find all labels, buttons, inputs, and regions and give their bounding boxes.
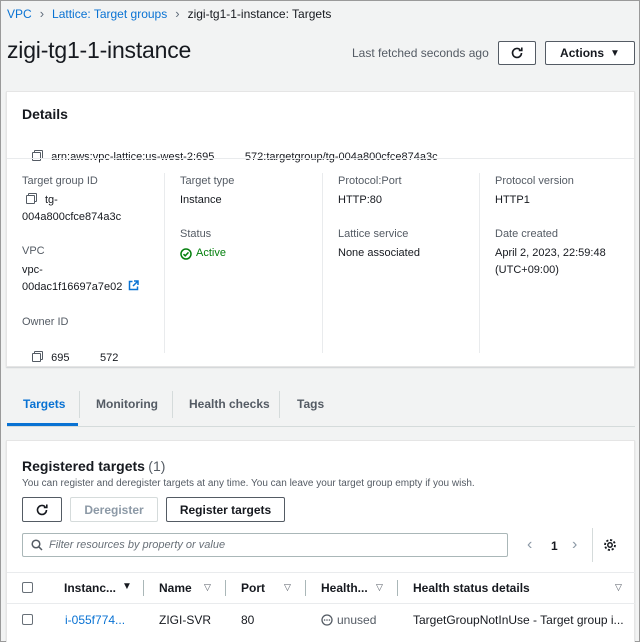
breadcrumb-target-groups-link[interactable]: Lattice: Target groups: [52, 7, 167, 21]
row-port: 80: [241, 613, 255, 627]
date-created-value: April 2, 2023, 22:59:48 (UTC+09:00): [495, 247, 606, 276]
chevron-right-icon: ›: [39, 6, 45, 21]
column-header-health[interactable]: Health...: [321, 581, 368, 595]
targets-refresh-button[interactable]: [22, 497, 62, 522]
divider: [592, 528, 593, 562]
tab-divider: [79, 391, 80, 418]
owner-id-label: Owner ID: [22, 316, 69, 328]
column-header-health-status-details[interactable]: Health status details: [413, 581, 530, 595]
column-divider: [305, 580, 306, 596]
chevron-right-icon: ›: [175, 6, 180, 21]
tab-tags[interactable]: Tags: [297, 397, 324, 411]
status-badge: Active: [180, 245, 226, 262]
column-divider: [225, 580, 226, 596]
breadcrumb-current: zigi-tg1-1-instance: Targets: [187, 6, 332, 21]
page-title: zigi-tg1-1-instance: [7, 37, 192, 63]
registered-targets-description: You can register and deregister targets …: [22, 478, 475, 489]
sort-caret-icon[interactable]: ▽: [284, 582, 291, 593]
column-divider: [479, 173, 480, 353]
register-targets-button[interactable]: Register targets: [166, 497, 285, 522]
tabs-underline: [7, 426, 635, 427]
refresh-icon: [36, 504, 48, 515]
lattice-service-value: None associated: [338, 247, 420, 259]
tab-targets[interactable]: Targets: [23, 397, 65, 411]
select-all-checkbox[interactable]: [22, 582, 33, 593]
target-type-label: Target type: [180, 175, 235, 187]
sort-caret-icon[interactable]: ▽: [376, 582, 383, 593]
copy-icon[interactable]: [32, 351, 44, 362]
row-health-status-details: TargetGroupNotInUse - Target group i...: [413, 613, 624, 627]
sort-caret-down-icon[interactable]: ▼: [122, 581, 132, 592]
registered-targets-header: Registered targets (1): [22, 458, 165, 474]
tab-divider: [279, 391, 280, 418]
unused-status-icon: [321, 614, 333, 626]
breadcrumb-vpc-link[interactable]: VPC: [7, 7, 32, 21]
instance-link[interactable]: i-055f774...: [65, 613, 125, 627]
row-health: unused: [321, 613, 376, 627]
filter-input[interactable]: Filter resources by property or value: [22, 533, 508, 557]
vpc-label: VPC: [22, 245, 45, 257]
protocol-version-value: HTTP1: [495, 194, 530, 206]
copy-icon[interactable]: [26, 193, 37, 204]
deregister-button[interactable]: Deregister: [70, 497, 158, 522]
sort-caret-icon[interactable]: ▽: [615, 582, 622, 593]
column-header-instance[interactable]: Instanc...: [64, 581, 116, 595]
row-checkbox[interactable]: [22, 614, 33, 625]
table-row: i-055f774... ZIGI-SVR 80 unused TargetGr…: [7, 604, 635, 640]
column-divider: [322, 173, 323, 353]
arn-row: arn:aws:vpc-lattice:us-west-2:695 572:ta…: [26, 132, 438, 166]
column-divider: [164, 173, 165, 353]
copy-icon[interactable]: [32, 150, 44, 161]
registered-targets-count: (1): [148, 458, 166, 474]
target-type-value: Instance: [180, 194, 222, 206]
pagination-prev-icon[interactable]: ‹: [527, 536, 532, 554]
vpc-link[interactable]: vpc- 00dac1f16697a7e02: [22, 262, 140, 296]
refresh-icon: [511, 47, 523, 59]
pagination-page-number[interactable]: 1: [551, 539, 558, 553]
settings-gear-icon[interactable]: [603, 538, 617, 555]
tab-monitoring[interactable]: Monitoring: [96, 397, 158, 411]
actions-button[interactable]: Actions ▼: [545, 41, 635, 65]
registered-targets-heading: Registered targets: [22, 458, 145, 474]
column-divider: [143, 580, 144, 596]
pagination-next-icon[interactable]: ›: [572, 536, 577, 554]
check-circle-icon: [180, 247, 192, 260]
owner-id-row: 695 572: [26, 333, 118, 367]
owner-id-value: 695 572: [51, 352, 119, 364]
row-name: ZIGI-SVR: [159, 613, 212, 627]
tab-divider: [172, 391, 173, 418]
arn-value: arn:aws:vpc-lattice:us-west-2:695 572:ta…: [51, 151, 438, 163]
protocol-version-label: Protocol version: [495, 175, 574, 187]
status-label: Status: [180, 228, 212, 240]
external-link-icon: [129, 280, 140, 291]
column-header-port[interactable]: Port: [241, 581, 265, 595]
protocol-port-label: Protocol:Port: [338, 175, 402, 187]
details-heading: Details: [22, 106, 68, 122]
sort-caret-icon[interactable]: ▽: [204, 582, 211, 593]
divider: [7, 158, 634, 159]
last-fetched-text: Last fetched seconds ago: [352, 46, 489, 60]
column-divider: [397, 580, 398, 596]
actions-label: Actions: [560, 46, 605, 60]
tab-health-checks[interactable]: Health checks: [189, 397, 270, 411]
breadcrumb: VPC › Lattice: Target groups › zigi-tg1-…: [7, 6, 331, 21]
caret-down-icon: ▼: [610, 47, 620, 59]
divider: [7, 572, 635, 573]
target-group-id-label: Target group ID: [22, 175, 98, 187]
search-icon: [31, 539, 43, 551]
protocol-port-value: HTTP:80: [338, 194, 383, 206]
refresh-button[interactable]: [498, 41, 536, 65]
date-created-label: Date created: [495, 228, 558, 240]
target-group-id-value: tg- 004a800cfce874a3c: [22, 193, 122, 223]
column-header-name[interactable]: Name: [159, 581, 192, 595]
lattice-service-label: Lattice service: [338, 228, 409, 240]
filter-placeholder: Filter resources by property or value: [49, 539, 226, 551]
